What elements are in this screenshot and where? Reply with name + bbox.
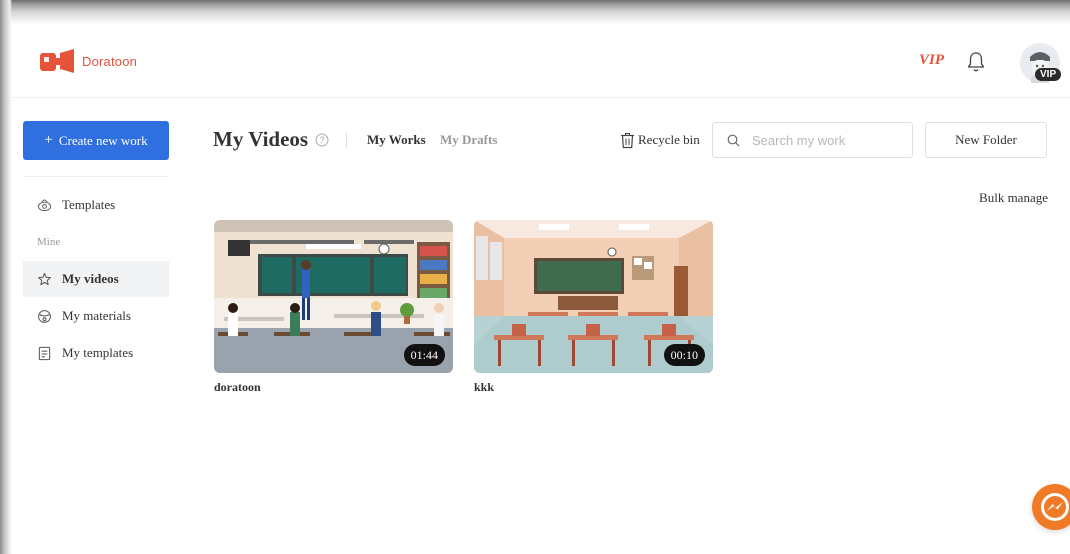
messenger-chat-button[interactable]: [1032, 484, 1070, 530]
sidebar-item-label: My templates: [62, 345, 134, 360]
sidebar-item-my-templates[interactable]: My templates: [23, 335, 169, 371]
create-new-work-label: Create new work: [58, 132, 148, 148]
materials-icon: [38, 309, 51, 323]
sidebar-divider: [23, 176, 169, 177]
trash-icon: [621, 132, 634, 148]
help-icon[interactable]: ?: [315, 133, 329, 147]
messenger-icon: [1041, 493, 1069, 521]
top-header: Doratoon VIP VIP: [12, 24, 1070, 98]
title-separator: [346, 133, 347, 148]
sidebar-item-my-materials[interactable]: My materials: [23, 298, 169, 334]
sidebar-item-label: My videos: [62, 271, 119, 286]
brand-logo[interactable]: Doratoon: [40, 48, 137, 74]
tab-my-works[interactable]: My Works: [367, 132, 426, 148]
bulk-manage-link[interactable]: Bulk manage: [974, 190, 1048, 206]
video-title[interactable]: doratoon: [214, 380, 453, 395]
recycle-bin-button[interactable]: Recycle bin: [620, 128, 700, 152]
sidebar-item-label: Templates: [62, 197, 116, 212]
video-title[interactable]: kkk: [474, 380, 713, 395]
window-frame-left: [0, 0, 12, 554]
doratoon-logo-icon: [40, 49, 74, 73]
bell-icon[interactable]: [966, 51, 986, 73]
search-box: [712, 122, 913, 158]
star-icon: [38, 272, 51, 285]
search-icon: [727, 134, 740, 146]
template-icon: [38, 346, 51, 360]
sidebar-section-mine: Mine: [37, 236, 61, 248]
duration-badge: 01:44: [403, 344, 445, 366]
plus-icon: +: [44, 132, 53, 148]
templates-icon: [37, 198, 52, 211]
app-window: Doratoon VIP VIP + Create new work Templ…: [12, 24, 1070, 554]
video-thumbnail[interactable]: 01:44: [214, 220, 453, 373]
window-frame-top: [0, 0, 1070, 24]
create-new-work-button[interactable]: + Create new work: [23, 121, 169, 160]
svg-text:?: ?: [319, 135, 324, 145]
recycle-bin-label: Recycle bin: [638, 132, 700, 147]
search-input[interactable]: [752, 132, 902, 148]
avatar-vip-badge: VIP: [1035, 68, 1062, 81]
new-folder-button[interactable]: New Folder: [925, 122, 1047, 158]
video-card[interactable]: 00:10 kkk: [474, 220, 713, 395]
video-thumbnail[interactable]: 00:10: [474, 220, 713, 373]
tab-my-drafts[interactable]: My Drafts: [440, 132, 497, 148]
sidebar-item-my-videos[interactable]: My videos: [23, 261, 169, 297]
sidebar-item-templates[interactable]: Templates: [23, 187, 169, 223]
brand-name: Doratoon: [82, 53, 138, 69]
vip-link[interactable]: VIP: [919, 52, 944, 69]
page-title: My Videos: [213, 127, 309, 151]
video-card[interactable]: 01:44 doratoon: [214, 220, 453, 395]
sidebar-item-label: My materials: [62, 308, 131, 323]
duration-badge: 00:10: [663, 344, 705, 366]
